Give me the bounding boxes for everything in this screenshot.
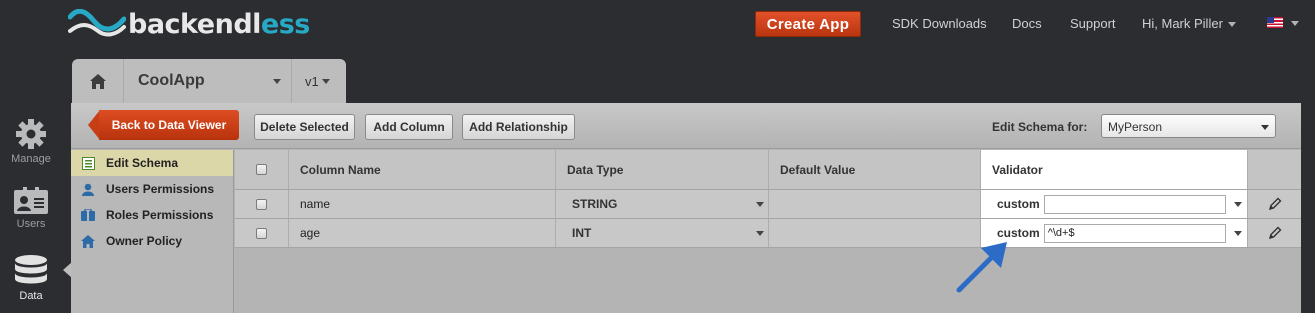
user-menu[interactable]: Hi, Mark Piller bbox=[1142, 16, 1236, 31]
schema-menu: Edit Schema Users Permissions Roles Perm… bbox=[71, 150, 234, 313]
nav-manage-label: Manage bbox=[11, 153, 51, 165]
back-to-data-viewer-button[interactable]: Back to Data Viewer bbox=[88, 110, 239, 140]
table-row: age INT custom bbox=[235, 219, 1301, 248]
sdk-downloads-link[interactable]: SDK Downloads bbox=[892, 16, 987, 31]
row-select-cell bbox=[235, 190, 289, 218]
edit-cell bbox=[1248, 190, 1301, 218]
select-all-cell bbox=[235, 150, 289, 189]
create-app-button[interactable]: Create App bbox=[755, 11, 861, 37]
support-link[interactable]: Support bbox=[1070, 16, 1116, 31]
nav-users-label: Users bbox=[16, 218, 46, 230]
roles-icon bbox=[81, 208, 95, 222]
version-selector[interactable]: v1 bbox=[292, 59, 346, 103]
add-column-button[interactable]: Add Column bbox=[365, 114, 453, 140]
logo-text: backendless bbox=[128, 8, 310, 40]
row-select-cell bbox=[235, 219, 289, 247]
app-name: CoolApp bbox=[138, 72, 205, 89]
toolbar: Back to Data Viewer Delete Selected Add … bbox=[71, 103, 1301, 149]
validator-type-label: custom bbox=[997, 197, 1040, 211]
chevron-down-icon bbox=[321, 78, 330, 84]
column-name-cell: name bbox=[289, 190, 556, 218]
database-icon bbox=[15, 255, 47, 284]
edit-cell bbox=[1248, 219, 1301, 247]
backendless-logo[interactable]: backendless bbox=[68, 8, 310, 40]
back-button-label: Back to Data Viewer bbox=[99, 110, 239, 140]
chevron-down-icon bbox=[1261, 125, 1269, 130]
docs-link[interactable]: Docs bbox=[1012, 16, 1042, 31]
table-header-row: Column Name Data Type Default Value Vali… bbox=[235, 150, 1301, 190]
chevron-down-icon bbox=[756, 230, 764, 236]
schema-table: Column Name Data Type Default Value Vali… bbox=[235, 150, 1301, 248]
chevron-down-icon bbox=[1227, 22, 1236, 28]
users-icon bbox=[14, 187, 48, 214]
menu-item-owner-policy[interactable]: Owner Policy bbox=[71, 228, 233, 254]
data-type-value: STRING bbox=[572, 197, 618, 211]
data-type-select[interactable]: INT bbox=[556, 219, 769, 247]
pencil-icon[interactable] bbox=[1268, 197, 1282, 211]
annotation-arrow-icon bbox=[956, 242, 1007, 293]
user-name: Hi, Mark Piller bbox=[1142, 16, 1223, 31]
version-label: v1 bbox=[305, 73, 319, 89]
row-checkbox[interactable] bbox=[256, 227, 267, 239]
gear-icon bbox=[16, 119, 46, 149]
schema-editor-panel: Back to Data Viewer Delete Selected Add … bbox=[71, 103, 1301, 313]
pencil-icon[interactable] bbox=[1268, 226, 1282, 240]
column-header-name[interactable]: Column Name bbox=[289, 150, 556, 189]
home-icon bbox=[81, 234, 95, 248]
menu-item-label: Owner Policy bbox=[106, 234, 183, 248]
table-row: name STRING custom bbox=[235, 190, 1301, 219]
chevron-down-icon[interactable] bbox=[1291, 21, 1299, 26]
column-name-cell: age bbox=[289, 219, 556, 247]
logo-wave-icon bbox=[68, 9, 126, 37]
data-type-value: INT bbox=[572, 226, 592, 240]
row-checkbox[interactable] bbox=[256, 198, 267, 210]
delete-selected-button[interactable]: Delete Selected bbox=[254, 114, 355, 140]
validator-type-dropdown-icon[interactable] bbox=[1233, 201, 1242, 207]
us-flag-icon[interactable] bbox=[1267, 17, 1283, 28]
home-tab[interactable] bbox=[72, 59, 124, 103]
validator-regex-input[interactable] bbox=[1043, 223, 1226, 243]
table-select[interactable]: MyPerson bbox=[1101, 114, 1276, 138]
nav-data[interactable]: Data bbox=[0, 255, 62, 302]
validator-cell: custom bbox=[981, 190, 1248, 218]
home-icon bbox=[89, 73, 106, 89]
user-icon bbox=[81, 182, 95, 196]
column-header-validator[interactable]: Validator bbox=[981, 150, 1248, 189]
column-header-data-type[interactable]: Data Type bbox=[556, 150, 769, 189]
chevron-down-icon bbox=[273, 78, 281, 84]
menu-item-roles-permissions[interactable]: Roles Permissions bbox=[71, 202, 233, 228]
nav-data-label: Data bbox=[19, 290, 43, 302]
chevron-down-icon bbox=[756, 201, 764, 207]
menu-item-label: Users Permissions bbox=[106, 182, 215, 196]
add-relationship-button[interactable]: Add Relationship bbox=[462, 114, 575, 140]
edit-schema-for-label: Edit Schema for: bbox=[992, 120, 1088, 134]
schema-icon bbox=[81, 156, 95, 170]
column-header-actions bbox=[1248, 150, 1301, 189]
nav-manage[interactable]: Manage bbox=[0, 118, 62, 165]
validator-cell: custom bbox=[981, 219, 1248, 247]
validator-type-dropdown-icon[interactable] bbox=[1233, 230, 1242, 236]
menu-item-users-permissions[interactable]: Users Permissions bbox=[71, 176, 233, 202]
menu-item-edit-schema[interactable]: Edit Schema bbox=[71, 150, 233, 176]
nav-users[interactable]: Users bbox=[0, 187, 62, 230]
menu-item-label: Roles Permissions bbox=[106, 208, 214, 222]
default-value-cell[interactable] bbox=[769, 219, 981, 247]
select-all-checkbox[interactable] bbox=[256, 164, 267, 175]
app-selector[interactable]: CoolApp bbox=[124, 59, 292, 103]
table-select-value: MyPerson bbox=[1108, 120, 1163, 134]
default-value-cell[interactable] bbox=[769, 190, 981, 218]
validator-regex-input[interactable] bbox=[1043, 194, 1226, 214]
data-type-select[interactable]: STRING bbox=[556, 190, 769, 218]
column-header-default-value[interactable]: Default Value bbox=[769, 150, 981, 189]
menu-item-label: Edit Schema bbox=[106, 156, 179, 170]
